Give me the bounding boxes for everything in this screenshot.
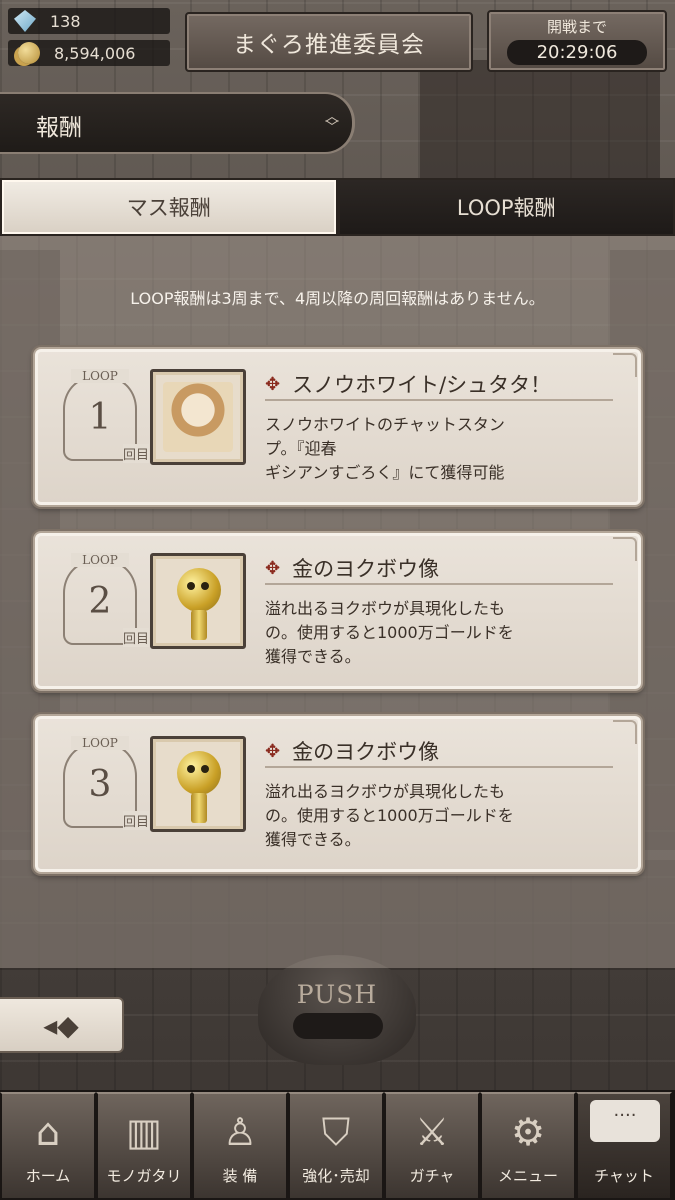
item-name: スノウホワイト/シュタタ！	[292, 373, 552, 397]
diamond-icon: ✥	[265, 740, 281, 762]
nav-story[interactable]: ▥ モノガタリ	[96, 1092, 192, 1200]
nav-gacha[interactable]: ⚔ ガチャ	[384, 1092, 480, 1200]
reward-panel: LOOP報酬は3周まで、4周以降の周回報酬はありません。 LOOP 1 回目 ✥…	[0, 236, 675, 968]
nav-label: 装 備	[222, 1167, 258, 1185]
nav-label: メニュー	[497, 1167, 558, 1185]
item-header: ✥ 金のヨクボウ像	[265, 736, 613, 768]
timer-value: 20:29:06	[507, 40, 647, 65]
loop-label: LOOP	[71, 736, 129, 750]
chat-bubble-icon: ····	[590, 1100, 660, 1142]
item-header: ✥ スノウホワイト/シュタタ！	[265, 369, 613, 401]
statue-body	[191, 793, 207, 823]
item-description: スノウホワイトのチャットスタン プ。『迎春 ギシアンすごろく』にて獲得可能	[265, 413, 613, 485]
nav-enhance-sell[interactable]: ⛉ 強化･売却	[288, 1092, 384, 1200]
nav-label: ガチャ	[409, 1167, 455, 1185]
loop-suffix: 回目	[122, 628, 149, 647]
reward-card: LOOP 1 回目 ✥ スノウホワイト/シュタタ！ スノウホワイトのチャットスタ…	[33, 347, 643, 507]
battle-timer: 開戦まで 20:29:06	[487, 10, 667, 72]
desc-line: ギシアンすごろく』にて獲得可能	[265, 463, 505, 482]
loop-suffix: 回目	[122, 811, 149, 830]
tab-loop-reward[interactable]: LOOP報酬	[337, 178, 675, 236]
loop-number: 1	[88, 397, 112, 438]
castle-icon: ⌂	[35, 1110, 61, 1154]
gears-icon: ⚙	[510, 1110, 546, 1154]
section-header: 報酬 ︿ ﹀	[0, 92, 355, 154]
gold-counter: 8,594,006	[8, 40, 170, 66]
nav-label: ホーム	[25, 1167, 71, 1185]
item-name: 金のヨクボウ像	[292, 557, 440, 581]
coin-icon	[18, 42, 40, 64]
push-label: PUSH	[296, 980, 378, 1009]
item-header: ✥ 金のヨクボウ像	[265, 553, 613, 585]
gem-icon	[14, 10, 36, 32]
guild-name-plate: まぐろ推進委員会	[185, 12, 473, 72]
statue-body	[191, 610, 207, 640]
tab-label: LOOP報酬	[456, 196, 556, 220]
nav-label: 強化･売却	[302, 1167, 370, 1185]
tab-square-reward[interactable]: マス報酬	[0, 178, 338, 236]
bottom-nav: ⌂ ホーム ▥ モノガタリ ♙ 装 備 ⛉ 強化･売却 ⚔ ガチャ ⚙ メニュー…	[0, 1090, 675, 1200]
gem-counter: 138	[8, 8, 170, 34]
desc-line: 獲得できる。	[265, 830, 361, 849]
loop-badge: LOOP 3 回目	[63, 736, 149, 830]
desc-line: スノウホワイトのチャットスタン	[265, 415, 505, 434]
nav-home[interactable]: ⌂ ホーム	[0, 1092, 96, 1200]
nav-chat[interactable]: ···· チャット	[576, 1092, 672, 1200]
loop-label: LOOP	[71, 369, 129, 383]
timer-label: 開戦まで	[546, 18, 607, 36]
guild-name: まぐろ推進委員会	[233, 32, 425, 58]
nav-menu[interactable]: ⚙ メニュー	[480, 1092, 576, 1200]
desc-line: の。使用すると1000万ゴールドを	[265, 806, 514, 825]
diamond-icon: ✥	[265, 557, 281, 579]
back-arrow-icon: ◂◆	[43, 1008, 79, 1042]
gold-statue-thumbnail	[150, 553, 246, 649]
loop-number: 3	[88, 764, 112, 805]
gold-statue-thumbnail	[150, 736, 246, 832]
back-button[interactable]: ◂◆	[0, 997, 124, 1053]
gold-count: 8,594,006	[54, 43, 136, 63]
section-title: 報酬	[36, 115, 82, 141]
statue-head	[177, 568, 221, 612]
statue-head	[177, 751, 221, 795]
loop-label: LOOP	[71, 553, 129, 567]
chat-stamp-thumbnail	[150, 369, 246, 465]
loop-number: 2	[88, 581, 112, 622]
item-description: 溢れ出るヨクボウが具現化したも の。使用すると1000万ゴールドを 獲得できる。	[265, 597, 613, 669]
nav-label: モノガタリ	[106, 1167, 182, 1185]
loop-badge: LOOP 2 回目	[63, 553, 149, 647]
reward-card: LOOP 3 回目 ✥ 金のヨクボウ像 溢れ出るヨクボウが具現化したも の。使用…	[33, 714, 643, 874]
currency-panel: 138 8,594,006	[8, 8, 170, 72]
helmet-icon: ⛉	[321, 1110, 351, 1154]
item-name: 金のヨクボウ像	[292, 740, 440, 764]
desc-line: 獲得できる。	[265, 647, 361, 666]
reward-card: LOOP 2 回目 ✥ 金のヨクボウ像 溢れ出るヨクボウが具現化したも の。使用…	[33, 531, 643, 691]
push-slot	[293, 1013, 383, 1039]
diamond-icon: ✥	[265, 373, 281, 395]
nav-label: チャット	[594, 1167, 654, 1185]
desc-line: の。使用すると1000万ゴールドを	[265, 623, 514, 642]
loop-notice: LOOP報酬は3周まで、4周以降の周回報酬はありません。	[130, 289, 545, 308]
stamp-image	[163, 382, 233, 452]
push-button[interactable]: PUSH	[258, 955, 416, 1065]
tab-label: マス報酬	[126, 196, 211, 220]
sort-icon[interactable]: ︿ ﹀	[322, 110, 342, 135]
desc-line: 溢れ出るヨクボウが具現化したも	[265, 599, 506, 618]
swords-icon: ⚔	[414, 1110, 450, 1154]
desc-line: プ。『迎春	[265, 439, 337, 458]
loop-badge: LOOP 1 回目	[63, 369, 149, 463]
nav-equip[interactable]: ♙ 装 備	[192, 1092, 288, 1200]
book-icon: ▥	[126, 1110, 162, 1154]
reward-tabs: マス報酬 LOOP報酬	[0, 178, 675, 236]
item-description: 溢れ出るヨクボウが具現化したも の。使用すると1000万ゴールドを 獲得できる。	[265, 780, 613, 852]
desc-line: 溢れ出るヨクボウが具現化したも	[265, 782, 506, 801]
gem-count: 138	[50, 11, 81, 31]
puppet-icon: ♙	[222, 1110, 258, 1154]
loop-suffix: 回目	[122, 444, 149, 463]
